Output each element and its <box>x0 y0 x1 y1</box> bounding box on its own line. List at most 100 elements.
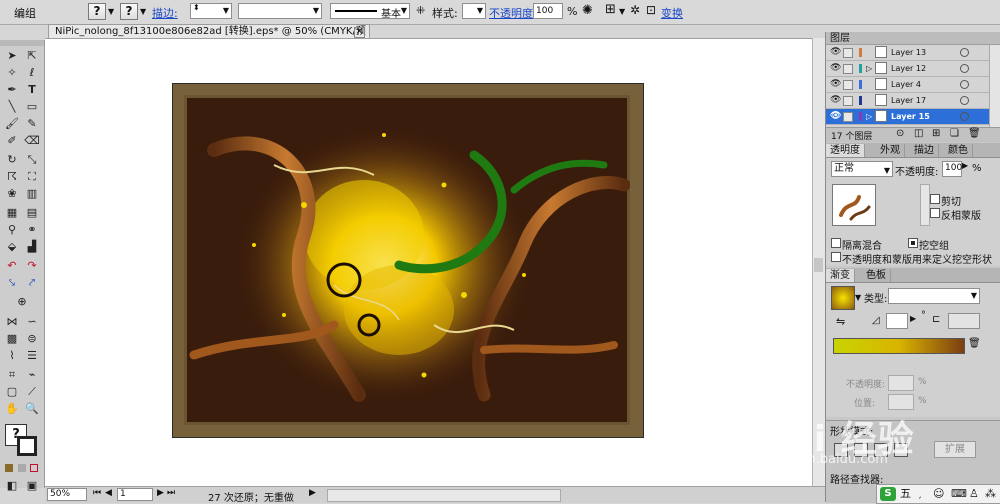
first-artboard-icon[interactable]: ⏮ <box>93 488 101 498</box>
ime-punct-icon[interactable]: ˏ <box>917 485 922 503</box>
gradient-tool-icon[interactable]: ▤ <box>23 205 41 220</box>
paintbrush-tool-icon[interactable]: 🖌 <box>3 116 21 131</box>
angle-field[interactable] <box>886 313 908 329</box>
type-tool-icon[interactable]: T <box>23 82 41 97</box>
zoom-field[interactable]: 50% <box>47 488 87 501</box>
none-mode-icon[interactable] <box>30 464 38 472</box>
lock-toggle[interactable] <box>843 48 853 58</box>
expand-triangle-icon[interactable]: ▷ <box>866 109 872 124</box>
target-circle-icon[interactable] <box>960 96 969 105</box>
graphic-style-select[interactable]: ▼ <box>462 3 486 19</box>
ime-keyboard-icon[interactable]: ⌨ <box>951 485 967 503</box>
ime-toolbar[interactable]: S 五 ˏ ☺ ⌨ ♙ ⁂ <box>876 484 1000 504</box>
transparency-tab[interactable]: 外观 <box>876 144 905 157</box>
lock-toggle[interactable] <box>843 80 853 90</box>
opacity-field[interactable]: 100 <box>942 161 962 177</box>
knockout-group-checkbox[interactable] <box>908 238 918 248</box>
scale-tool-icon[interactable]: ⤡ <box>23 152 41 167</box>
chevron-down-icon[interactable]: ▼ <box>619 7 625 16</box>
invert-mask-checkbox[interactable] <box>930 208 940 218</box>
symbol-sprayer-tool-icon[interactable]: ❀ <box>3 186 21 201</box>
opacity-stepper-icon[interactable]: ▶ <box>962 161 968 170</box>
isolate-icon[interactable]: ✲ <box>630 3 640 17</box>
select-similar-icon[interactable]: ⊡ <box>646 3 656 17</box>
artboard-field[interactable]: 1 <box>117 488 153 501</box>
aspect-ratio-field[interactable] <box>948 313 980 329</box>
magic-wand-tool-icon[interactable]: ✧ <box>3 65 21 80</box>
pen-tool-icon[interactable]: ✒ <box>3 82 21 97</box>
new-layer-icon[interactable]: ❏ <box>950 128 959 139</box>
opacity-mask-checkbox[interactable] <box>831 252 841 262</box>
column-graph-tool-icon[interactable]: ▥ <box>23 186 41 201</box>
variable-width-select[interactable]: ▼ <box>238 3 322 19</box>
ime-mode-label[interactable]: 五 <box>900 485 911 503</box>
new-sublayer-icon[interactable]: ⊞ <box>932 128 940 139</box>
live-paint-tool-icon[interactable]: ⬙ <box>3 239 21 254</box>
brush-profile-select[interactable]: 基本 ▼ <box>330 3 410 20</box>
live-paint-select-tool-icon[interactable]: ▟ <box>23 239 41 254</box>
align-icon[interactable]: ⊞ <box>605 2 616 17</box>
envelope-tool-icon[interactable]: ⊜ <box>23 331 41 346</box>
expand-button[interactable]: 扩展 <box>934 441 976 458</box>
screen-mode-icon[interactable]: ▣ <box>23 478 41 493</box>
gradient-mode-icon[interactable] <box>18 464 26 472</box>
stroke-link[interactable]: 描边: <box>152 5 178 21</box>
chevron-down-icon[interactable]: ▼ <box>140 7 146 16</box>
eraser-tool-icon[interactable]: ⌫ <box>23 133 41 148</box>
locate-object-icon[interactable]: ⊙ <box>896 128 904 139</box>
transparency-tab[interactable]: 透明度 <box>826 144 865 157</box>
perspective-grid-icon[interactable]: ⊕ <box>13 294 31 309</box>
hand-icon[interactable]: ✋ <box>3 401 21 416</box>
layer-row[interactable]: 👁 Layer 4 <box>826 77 989 93</box>
chevron-down-icon[interactable]: ▼ <box>108 7 114 16</box>
stroke-weight-field[interactable]: ⬍ ▼ <box>190 3 232 19</box>
stop-location-field[interactable] <box>888 394 914 410</box>
eye-icon[interactable]: 👁 <box>830 61 841 76</box>
stop-opacity-field[interactable] <box>888 375 914 391</box>
blend-mode-select[interactable]: 正常 ▼ <box>831 161 893 177</box>
lock-toggle[interactable] <box>843 112 853 122</box>
pencil-tool-icon[interactable]: ✎ <box>23 116 41 131</box>
last-artboard-icon[interactable]: ⏭ <box>167 488 175 498</box>
ime-smile-icon[interactable]: ☺ <box>933 485 944 503</box>
layers-panel-title[interactable]: 图层 <box>826 32 1000 45</box>
prev-artboard-icon[interactable]: ◀ <box>105 488 112 498</box>
gear-icon[interactable]: ✺ <box>582 3 593 18</box>
draw-normal-icon[interactable]: ◧ <box>3 478 21 493</box>
target-circle-icon[interactable] <box>960 112 969 121</box>
transparency-tab[interactable]: 描边 <box>910 144 939 157</box>
lasso-tool-icon[interactable]: ℓ <box>23 65 41 80</box>
rectangle-tool-icon[interactable]: ▭ <box>23 99 41 114</box>
knife-tool-icon[interactable]: ⟋ <box>23 384 41 399</box>
scrollbar-thumb[interactable] <box>814 258 823 272</box>
measure-tool-icon[interactable]: ⌁ <box>23 367 41 382</box>
mask-slot[interactable] <box>920 184 930 226</box>
free-transform-tool-icon[interactable]: ⛶ <box>23 169 41 184</box>
scissors-tool-icon[interactable]: ↷ <box>23 258 41 273</box>
gradient-tab[interactable]: 渐变 <box>826 269 855 282</box>
horizontal-scrollbar[interactable] <box>327 489 561 502</box>
mesh-tool-icon[interactable]: ▦ <box>3 205 21 220</box>
shape-builder-tool-icon[interactable]: ⤤ <box>23 275 41 290</box>
layer-row[interactable]: 👁 ▷ Layer 15 <box>826 109 989 125</box>
transform-link[interactable]: 变换 <box>661 5 683 21</box>
opacity-field[interactable]: 100 <box>533 3 563 19</box>
warp-tool-icon[interactable]: ☈ <box>3 169 21 184</box>
eye-icon[interactable]: 👁 <box>830 45 841 60</box>
eye-icon[interactable]: 👁 <box>830 77 841 92</box>
status-menu-icon[interactable]: ▶ <box>309 488 316 498</box>
ime-user-icon[interactable]: ♙ <box>969 485 979 503</box>
make-clipping-mask-icon[interactable]: ◫ <box>914 128 923 139</box>
reverse-gradient-icon[interactable]: ⇋ <box>836 315 845 328</box>
blob-brush-tool-icon[interactable]: ✐ <box>3 133 21 148</box>
isolate-blending-checkbox[interactable] <box>831 238 841 248</box>
path-tool-icon[interactable]: ⌇ <box>3 348 21 363</box>
recolor-icon[interactable]: ⁜ <box>416 4 425 17</box>
target-circle-icon[interactable] <box>960 64 969 73</box>
transparency-tab[interactable]: 颜色 <box>944 144 973 157</box>
target-circle-icon[interactable] <box>960 80 969 89</box>
lock-toggle[interactable] <box>843 64 853 74</box>
lock-toggle[interactable] <box>843 96 853 106</box>
clip-checkbox[interactable] <box>930 194 940 204</box>
zoom-tool-icon[interactable]: ∽ <box>23 314 41 329</box>
